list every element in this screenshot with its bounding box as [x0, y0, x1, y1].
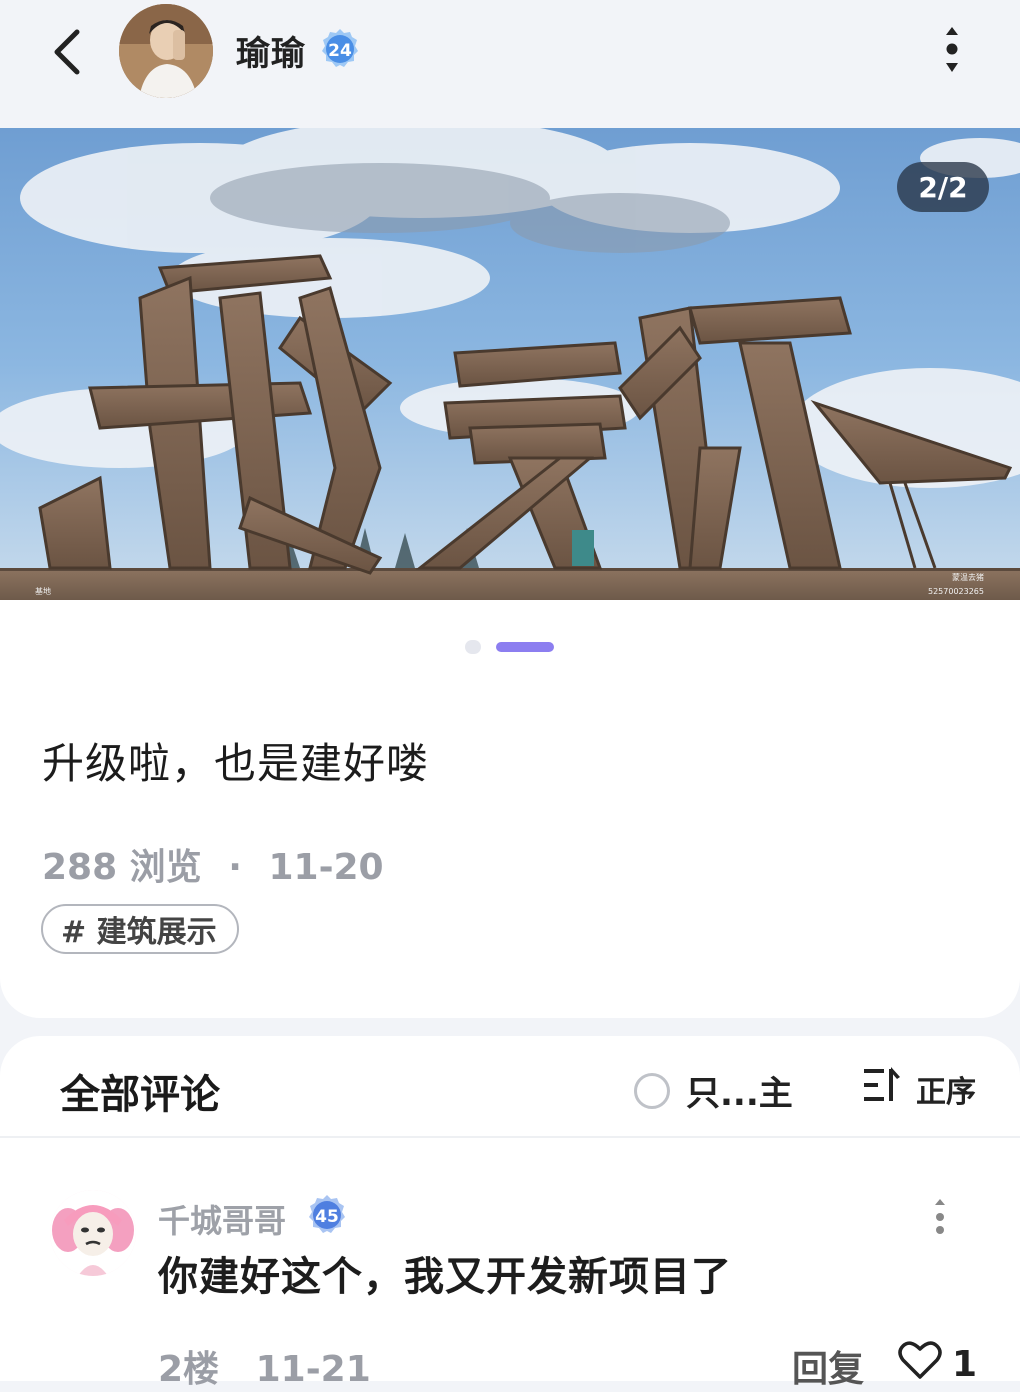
commenter-name[interactable]: 千城哥哥	[158, 1196, 286, 1242]
only-host-toggle[interactable]: 只...主	[634, 1066, 793, 1115]
divider	[0, 1136, 1020, 1138]
sort-label: 正序	[916, 1075, 976, 1110]
like-count: 1	[952, 1344, 978, 1385]
carousel-dot[interactable]	[465, 640, 481, 654]
reply-button[interactable]: 回复	[792, 1340, 864, 1392]
comment-date: 11-21	[255, 1349, 371, 1390]
top-bar: 瑜瑜 24	[0, 0, 1020, 128]
level-text: 24	[328, 41, 352, 61]
image-caption-right-1: 蒙温去猪	[952, 572, 984, 582]
image-counter: 2/2	[897, 162, 989, 212]
back-icon[interactable]	[36, 22, 96, 82]
author-avatar[interactable]	[119, 4, 213, 98]
level-badge-icon: 24	[318, 27, 362, 71]
post-meta: 288 浏览 · 11-20	[42, 838, 384, 890]
sort-icon	[862, 1066, 904, 1112]
only-host-label: 只...主	[686, 1074, 793, 1114]
post-image[interactable]: 基地 蒙温去猪 52570023265	[0, 128, 1020, 600]
commenter-level-text: 45	[315, 1207, 339, 1227]
meta-separator: ·	[228, 847, 242, 888]
like-button[interactable]: 1	[898, 1340, 977, 1389]
image-caption-left: 基地	[35, 586, 51, 596]
sort-button[interactable]: 正序	[862, 1066, 976, 1112]
image-caption-right-2: 52570023265	[928, 587, 984, 596]
comment-floor: 2楼	[158, 1349, 220, 1390]
author-name[interactable]: 瑜瑜	[236, 26, 306, 75]
radio-icon[interactable]	[634, 1072, 670, 1109]
post-card	[0, 600, 1020, 1018]
heart-icon	[898, 1340, 942, 1389]
comment-meta: 2楼 11-21	[158, 1340, 371, 1392]
comment-more-icon[interactable]	[926, 1196, 954, 1238]
view-count: 288 浏览	[42, 847, 202, 888]
topic-tag[interactable]: # 建筑展示	[41, 904, 239, 954]
comment-text: 你建好这个，我又开发新项目了	[158, 1254, 732, 1300]
carousel-dot-active[interactable]	[496, 642, 554, 652]
post-text: 升级啦，也是建好喽	[42, 739, 430, 788]
post-date: 11-20	[268, 847, 384, 888]
carousel-indicator	[0, 640, 1020, 654]
commenter-level-icon: 45	[305, 1193, 349, 1237]
commenter-avatar[interactable]	[50, 1190, 136, 1276]
more-options-icon[interactable]	[930, 24, 974, 76]
comments-title: 全部评论	[60, 1072, 220, 1118]
